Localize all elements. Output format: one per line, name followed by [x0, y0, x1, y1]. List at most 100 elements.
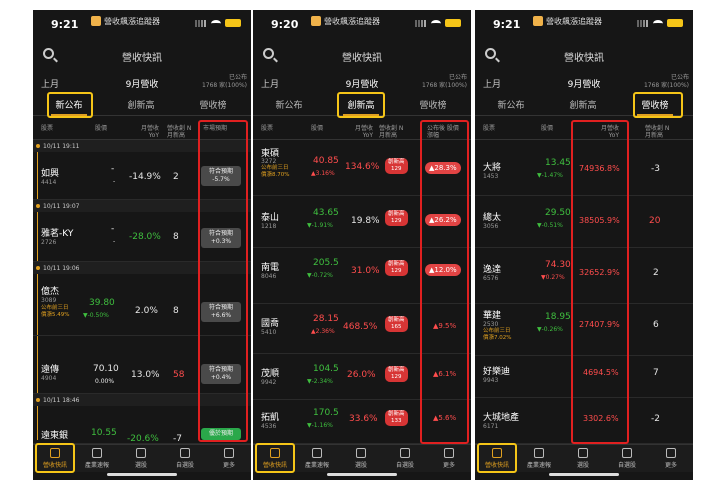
col-price[interactable]: 股價: [311, 125, 323, 132]
price: 70.10: [93, 364, 119, 374]
phone-screen-new-high: 9:20 營收飆漲追蹤器 營收快訊 上月 9月營收 已公布 1768 家(100%…: [253, 10, 471, 480]
new-high-months: 6: [653, 320, 659, 330]
tab-ranking[interactable]: 營收榜: [403, 98, 463, 111]
price-change: ▼-1.47%: [537, 172, 563, 179]
badge-months: 129: [391, 268, 402, 274]
badge-label: 創新高: [388, 261, 405, 267]
col-new-high[interactable]: 營收創 N月新高: [645, 125, 675, 139]
pre-announce-note: 公布前三日 價漲7.02%: [483, 328, 511, 342]
yoy: -28.0%: [129, 232, 161, 242]
screen-title: 營收快訊: [342, 53, 382, 64]
nav-label: 產業速報: [304, 462, 329, 469]
nav-label: 更多: [222, 462, 235, 469]
price: 74.30: [545, 260, 571, 270]
time-label: 10/11 19:06: [43, 265, 80, 272]
badge-months: 165: [391, 324, 402, 330]
time-label: 10/11 18:46: [43, 397, 80, 404]
yoy: -20.6%: [127, 434, 159, 444]
nav-more[interactable]: 更多: [209, 448, 249, 469]
published-value: 1768 家(100%): [643, 82, 689, 89]
published-count: 已公布 1768 家(100%): [422, 74, 467, 90]
new-high-months: 8: [173, 306, 179, 316]
col-price[interactable]: 股價: [95, 125, 107, 132]
pre-announce-note: 公布前三日 價漲8.70%: [261, 165, 289, 179]
signal-indicators: [195, 19, 241, 27]
phone-screen-ranking: 9:21 營收飆漲追蹤器 營收快訊 上月 9月營收 已公布 1768 家(100%…: [475, 10, 693, 480]
nav-screener[interactable]: 選股: [563, 448, 603, 469]
badge-months: 129: [391, 218, 402, 224]
tab-new[interactable]: 新公布: [481, 98, 541, 111]
nav-industry[interactable]: 產業速報: [519, 448, 559, 469]
new-high-months: -7: [173, 434, 182, 444]
price-change: ▲2.36%: [311, 328, 335, 335]
nav-label: 產業速報: [526, 462, 551, 469]
clock: 9:21: [51, 18, 79, 31]
app-name: 營收飆漲追蹤器: [104, 17, 160, 26]
stock-name: 大城地產: [483, 413, 520, 423]
badge-label: 創新高: [388, 317, 405, 323]
stock-code: 9943: [483, 377, 499, 384]
tab-new[interactable]: 新公布: [259, 98, 319, 111]
badge-months: 129: [391, 374, 402, 380]
stock-name: 南電: [261, 263, 280, 273]
price: 205.5: [313, 258, 339, 268]
app-logo-icon: [533, 16, 543, 26]
stock-code: 5410: [261, 329, 277, 336]
badge-months: 133: [391, 418, 402, 424]
highlight-box: [47, 92, 93, 118]
new-high-months: -2: [651, 414, 660, 424]
cube-icon: [356, 448, 366, 458]
nav-watchlist[interactable]: 自選股: [165, 448, 205, 469]
stock-name: 如興: [41, 169, 60, 179]
published-label: 已公布: [670, 74, 689, 81]
col-yoy[interactable]: 月營收 YoY: [345, 125, 373, 139]
price: -: [111, 164, 115, 174]
price: 39.80: [89, 298, 115, 308]
col-stock[interactable]: 股票: [483, 125, 495, 132]
pre-announce-note: 公布前三日 價漲5.49%: [41, 305, 69, 319]
highlight-box: [420, 120, 469, 444]
note-line: 公布前三日: [261, 165, 289, 171]
yoy: 19.8%: [351, 216, 380, 226]
header: 營收快訊: [33, 46, 251, 68]
tab-new-high[interactable]: 創新高: [553, 98, 613, 111]
yoy: 26.0%: [347, 370, 376, 380]
stock-name: 國喬: [261, 319, 280, 329]
col-price[interactable]: 股價: [541, 125, 553, 132]
stock-code: 1453: [483, 173, 499, 180]
col-stock[interactable]: 股票: [261, 125, 273, 132]
tab-new-high[interactable]: 創新高: [111, 98, 171, 111]
price-change: ▼-0.50%: [83, 312, 109, 319]
highlight-box: [337, 92, 385, 118]
news-icon: [534, 448, 544, 458]
highlight-box: [35, 443, 75, 473]
price-change: ▲3.16%: [311, 170, 335, 177]
col-new-high[interactable]: 營收創 N月新高: [379, 125, 407, 139]
price-change: ▼-0.51%: [537, 222, 563, 229]
nav-more[interactable]: 更多: [651, 448, 691, 469]
badge-label: 創新高: [388, 411, 405, 417]
price-change: ▼-2.34%: [307, 378, 333, 385]
col-stock[interactable]: 股票: [41, 125, 53, 132]
battery-icon: [445, 19, 461, 27]
wifi-icon: [211, 19, 221, 27]
col-new-high[interactable]: 營收創 N月新高: [167, 125, 193, 139]
highlight-box: [477, 443, 517, 473]
badge-label: 創新高: [388, 159, 405, 165]
note-line: 價漲8.70%: [261, 172, 290, 178]
col-yoy[interactable]: 月營收 YoY: [133, 125, 159, 139]
nav-watchlist[interactable]: 自選股: [385, 448, 425, 469]
tab-ranking[interactable]: 營收榜: [183, 98, 243, 111]
nav-industry[interactable]: 產業速報: [297, 448, 337, 469]
nav-more[interactable]: 更多: [429, 448, 469, 469]
nav-industry[interactable]: 產業速報: [77, 448, 117, 469]
wifi-icon: [431, 19, 441, 27]
price-change: -: [113, 238, 116, 245]
news-icon: [92, 448, 102, 458]
app-title: 營收飆漲追蹤器: [533, 16, 602, 27]
nav-screener[interactable]: 選股: [121, 448, 161, 469]
nav-watchlist[interactable]: 自選股: [607, 448, 647, 469]
app-logo-icon: [91, 16, 101, 26]
nav-screener[interactable]: 選股: [341, 448, 381, 469]
battery-icon: [225, 19, 241, 27]
